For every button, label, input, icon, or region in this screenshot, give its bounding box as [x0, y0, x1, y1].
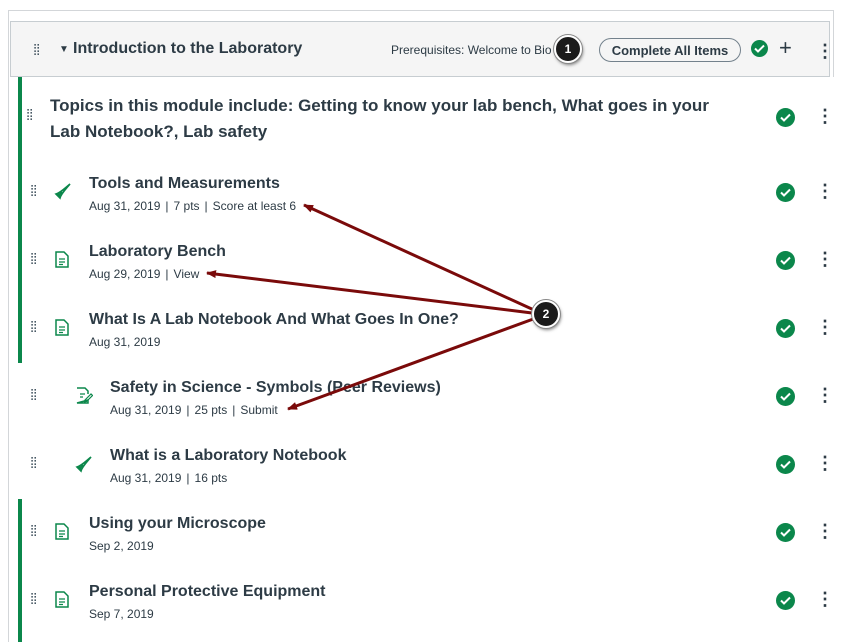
item-meta: Aug 31, 2019 | 16 pts: [110, 471, 228, 485]
item-title-link[interactable]: Using your Microscope: [89, 515, 266, 533]
callout-badge-2: 2: [532, 300, 560, 328]
item-due-date: Aug 31, 2019: [89, 335, 161, 349]
collapse-caret-icon[interactable]: ▼: [59, 44, 69, 55]
item-title-link[interactable]: Safety in Science - Symbols (Peer Review…: [110, 379, 441, 397]
module-item-row[interactable]: ⁞⁞ What is a Laboratory Notebook Aug 31,…: [18, 431, 834, 500]
complete-all-items-button[interactable]: Complete All Items: [599, 38, 741, 62]
published-check-icon[interactable]: [776, 387, 795, 406]
item-requirement: View: [173, 267, 200, 281]
item-requirement: Score at least 6: [212, 199, 297, 213]
item-due-date: Aug 31, 2019: [110, 403, 182, 417]
published-check-icon[interactable]: [776, 183, 795, 202]
item-title-link[interactable]: Tools and Measurements: [89, 175, 280, 193]
item-options-kebab-icon[interactable]: ⋮: [816, 386, 834, 404]
add-item-plus-icon[interactable]: +: [779, 35, 792, 61]
page-icon: [55, 319, 69, 341]
module-header[interactable]: ⁞⁞ ▼ Introduction to the Laboratory Prer…: [10, 21, 834, 77]
item-options-kebab-icon[interactable]: ⋮: [816, 522, 834, 540]
subheader-text: Topics in this module include: Getting t…: [50, 96, 709, 141]
published-check-icon[interactable]: [776, 251, 795, 270]
item-meta: Aug 31, 2019: [89, 335, 160, 349]
module-item-row[interactable]: ⁞⁞ Safety in Science - Symbols (Peer Rev…: [18, 363, 834, 432]
item-meta: Aug 31, 2019 | 7 pts | Score at least 6: [89, 199, 297, 213]
item-options-kebab-icon[interactable]: ⋮: [816, 454, 834, 472]
published-check-icon[interactable]: [751, 40, 768, 57]
item-options-kebab-icon[interactable]: ⋮: [816, 107, 834, 125]
item-title-link[interactable]: What is a Laboratory Notebook: [110, 447, 346, 465]
quiz-rocket-icon: [75, 455, 93, 478]
item-options-kebab-icon[interactable]: ⋮: [816, 182, 834, 200]
drag-handle-icon[interactable]: ⁞⁞: [30, 523, 37, 540]
callout-badge-1: 1: [554, 35, 582, 63]
item-due-date: Aug 31, 2019: [89, 199, 161, 213]
drag-handle-icon[interactable]: ⁞⁞: [30, 455, 37, 472]
drag-handle-icon[interactable]: ⁞⁞: [26, 107, 33, 124]
subheader-row: ⁞⁞ Topics in this module include: Gettin…: [18, 77, 834, 160]
drag-handle-icon[interactable]: ⁞⁞: [30, 387, 37, 404]
page-icon: [55, 251, 69, 273]
item-meta: Aug 29, 2019 | View: [89, 267, 200, 281]
item-requirement: Submit: [240, 403, 278, 417]
item-due-date: Sep 2, 2019: [89, 539, 154, 553]
item-points: 25 pts: [194, 403, 228, 417]
published-check-icon[interactable]: [776, 108, 795, 127]
module-item-row[interactable]: ⁞⁞ Tools and Measurements Aug 31, 2019 | 7…: [18, 159, 834, 228]
module-prerequisites: Prerequisites: Welcome to Bio 1: [391, 43, 562, 57]
item-options-kebab-icon[interactable]: ⋮: [816, 318, 834, 336]
published-check-icon[interactable]: [776, 591, 795, 610]
item-due-date: Aug 31, 2019: [110, 471, 182, 485]
item-due-date: Aug 29, 2019: [89, 267, 161, 281]
drag-handle-icon[interactable]: ⁞⁞: [33, 42, 40, 59]
module-item-row[interactable]: ⁞⁞ Personal Protective Equipment Sep 7, …: [18, 567, 834, 642]
module-options-kebab-icon[interactable]: ⋮: [816, 42, 834, 60]
item-points: 7 pts: [173, 199, 200, 213]
item-meta: Sep 2, 2019: [89, 539, 154, 553]
item-options-kebab-icon[interactable]: ⋮: [816, 250, 834, 268]
module-title[interactable]: Introduction to the Laboratory: [73, 40, 302, 58]
drag-handle-icon[interactable]: ⁞⁞: [30, 251, 37, 268]
page-icon: [55, 591, 69, 613]
drag-handle-icon[interactable]: ⁞⁞: [30, 591, 37, 608]
item-due-date: Sep 7, 2019: [89, 607, 154, 621]
published-check-icon[interactable]: [776, 319, 795, 338]
drag-handle-icon[interactable]: ⁞⁞: [30, 319, 37, 336]
published-check-icon[interactable]: [776, 455, 795, 474]
quiz-rocket-icon: [54, 182, 72, 205]
item-options-kebab-icon[interactable]: ⋮: [816, 590, 834, 608]
module-item-row[interactable]: ⁞⁞ Using your Microscope Sep 2, 2019 ⋮: [18, 499, 834, 568]
drag-handle-icon[interactable]: ⁞⁞: [30, 183, 37, 200]
item-title-link[interactable]: Laboratory Bench: [89, 243, 226, 261]
item-title-link[interactable]: Personal Protective Equipment: [89, 583, 326, 601]
item-meta: Sep 7, 2019: [89, 607, 154, 621]
item-points: 16 pts: [194, 471, 228, 485]
item-meta: Aug 31, 2019 | 25 pts | Submit: [110, 403, 278, 417]
published-check-icon[interactable]: [776, 523, 795, 542]
page-icon: [55, 523, 69, 545]
item-title-link[interactable]: What Is A Lab Notebook And What Goes In …: [89, 311, 459, 329]
assignment-icon: [76, 387, 94, 409]
module-item-row[interactable]: ⁞⁞ Laboratory Bench Aug 29, 2019 | View ⋮: [18, 227, 834, 296]
module-item-row[interactable]: ⁞⁞ What Is A Lab Notebook And What Goes …: [18, 295, 834, 364]
